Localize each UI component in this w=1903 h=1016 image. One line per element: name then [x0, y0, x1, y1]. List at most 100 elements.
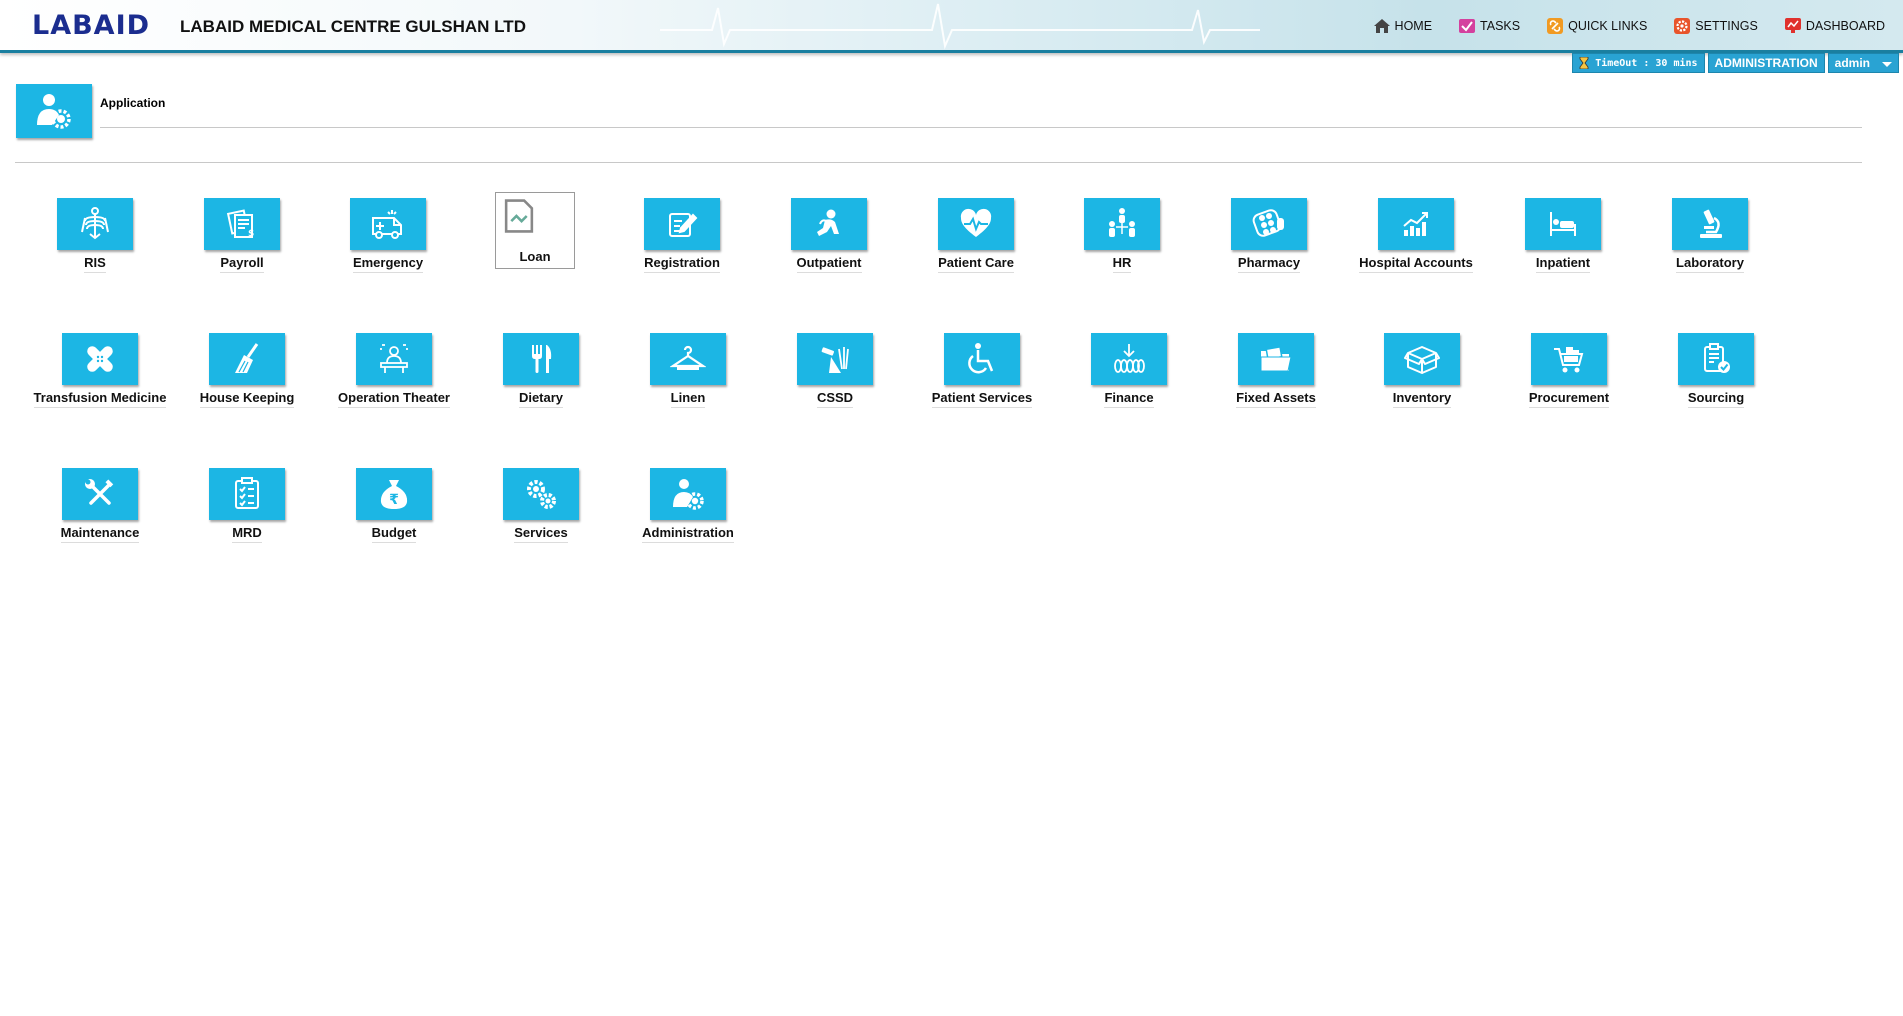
cart-icon — [1554, 347, 1584, 373]
module-icon-tile — [797, 333, 873, 385]
module-registration[interactable]: Registration — [612, 198, 752, 273]
module-finance[interactable]: Finance — [1059, 333, 1199, 408]
module-label: Loan — [495, 249, 575, 269]
module-loan[interactable]: Loan — [465, 192, 605, 269]
module-linen[interactable]: Linen — [618, 333, 758, 408]
module-dietary[interactable]: Dietary — [471, 333, 611, 408]
module-icon-tile — [209, 333, 285, 385]
module-label: Budget — [371, 525, 417, 543]
module-label: Fixed Assets — [1236, 390, 1316, 408]
module-icon-tile — [650, 468, 726, 520]
module-label: Services — [514, 525, 568, 543]
module-label: Dietary — [518, 390, 564, 408]
module-outpatient[interactable]: Outpatient — [759, 198, 899, 273]
module-label: HR — [1112, 255, 1132, 273]
microscope-icon — [1700, 209, 1722, 238]
broom-icon — [235, 343, 259, 373]
checklist-icon — [235, 477, 259, 509]
module-payroll[interactable]: $ Payroll — [172, 198, 312, 273]
wrench-screwdriver-icon — [85, 479, 114, 505]
module-operation-theater[interactable]: Operation Theater — [324, 333, 464, 408]
module-fixed-assets[interactable]: Fixed Assets — [1206, 333, 1346, 408]
module-icon-tile — [503, 468, 579, 520]
module-label: Outpatient — [796, 255, 862, 273]
module-grid: RIS $ Payroll Emergency Loan Registratio… — [0, 0, 1903, 1016]
fork-knife-icon — [532, 345, 552, 373]
module-pharmacy[interactable]: Pharmacy — [1199, 198, 1339, 273]
module-label: Pharmacy — [1237, 255, 1301, 273]
module-icon-tile — [1525, 198, 1601, 250]
module-icon-tile — [495, 192, 575, 249]
svg-text:$: $ — [248, 229, 254, 239]
ambulance-icon — [372, 210, 402, 239]
module-icon-tile — [356, 333, 432, 385]
module-budget[interactable]: ₹ Budget — [324, 468, 464, 543]
people-icon — [1109, 208, 1135, 237]
module-label: Sourcing — [1687, 390, 1745, 408]
module-icon-tile — [503, 333, 579, 385]
module-ris[interactable]: RIS — [25, 198, 165, 273]
module-maintenance[interactable]: Maintenance — [30, 468, 170, 543]
module-label: Procurement — [1528, 390, 1610, 408]
module-label: CSSD — [816, 390, 854, 408]
clipboard-check-icon — [1704, 343, 1730, 373]
svg-text:₹: ₹ — [389, 492, 399, 508]
module-label: Emergency — [352, 255, 424, 273]
module-icon-tile — [350, 198, 426, 250]
admin-gear-icon — [673, 479, 704, 510]
module-icon-tile — [944, 333, 1020, 385]
module-label: Operation Theater — [338, 390, 450, 408]
module-icon-tile — [791, 198, 867, 250]
box-icon — [1404, 346, 1440, 374]
module-hospital-accounts[interactable]: Hospital Accounts — [1346, 198, 1486, 273]
module-label: Inpatient — [1535, 255, 1591, 273]
module-label: Maintenance — [60, 525, 140, 543]
module-icon-tile — [1531, 333, 1607, 385]
module-patient-care[interactable]: Patient Care — [906, 198, 1046, 273]
module-icon-tile — [57, 198, 133, 250]
module-laboratory[interactable]: Laboratory — [1640, 198, 1780, 273]
module-transfusion-medicine[interactable]: Transfusion Medicine — [30, 333, 170, 408]
module-icon-tile — [644, 198, 720, 250]
heart-pulse-icon — [960, 208, 992, 237]
broken-image-icon — [504, 199, 534, 233]
surgery-icon — [380, 344, 408, 373]
module-icon-tile — [1672, 198, 1748, 250]
module-house-keeping[interactable]: House Keeping — [177, 333, 317, 408]
coins-icon — [1114, 344, 1145, 373]
module-cssd[interactable]: CSSD — [765, 333, 905, 408]
module-sourcing[interactable]: Sourcing — [1646, 333, 1786, 408]
module-icon-tile — [1238, 333, 1314, 385]
wheelchair-icon — [968, 343, 994, 374]
module-emergency[interactable]: Emergency — [318, 198, 458, 273]
module-label: Inventory — [1392, 390, 1452, 408]
module-icon-tile — [62, 468, 138, 520]
module-hr[interactable]: HR — [1052, 198, 1192, 273]
module-label: Payroll — [220, 255, 264, 273]
module-administration[interactable]: Administration — [618, 468, 758, 543]
module-icon-tile — [1384, 333, 1460, 385]
payroll-icon: $ — [226, 209, 254, 239]
module-icon-tile — [1091, 333, 1167, 385]
module-icon-tile — [938, 198, 1014, 250]
sterile-tools-icon — [821, 347, 849, 373]
gears-icon — [527, 480, 556, 509]
module-inpatient[interactable]: Inpatient — [1493, 198, 1633, 273]
module-label: Transfusion Medicine — [33, 390, 167, 408]
module-label: MRD — [232, 525, 262, 543]
module-label: Patient Care — [938, 255, 1014, 273]
module-inventory[interactable]: Inventory — [1352, 333, 1492, 408]
outpatient-icon — [817, 209, 839, 236]
folder-icon — [1260, 345, 1292, 372]
module-patient-services[interactable]: Patient Services — [912, 333, 1052, 408]
module-procurement[interactable]: Procurement — [1499, 333, 1639, 408]
module-label: Hospital Accounts — [1359, 255, 1473, 273]
register-pen-icon — [669, 213, 698, 237]
module-services[interactable]: Services — [471, 468, 611, 543]
pills-icon — [1252, 209, 1284, 237]
bed-icon — [1550, 212, 1576, 236]
module-label: Administration — [642, 525, 734, 543]
module-label: Laboratory — [1676, 255, 1744, 273]
module-mrd[interactable]: MRD — [177, 468, 317, 543]
module-label: RIS — [84, 255, 106, 273]
